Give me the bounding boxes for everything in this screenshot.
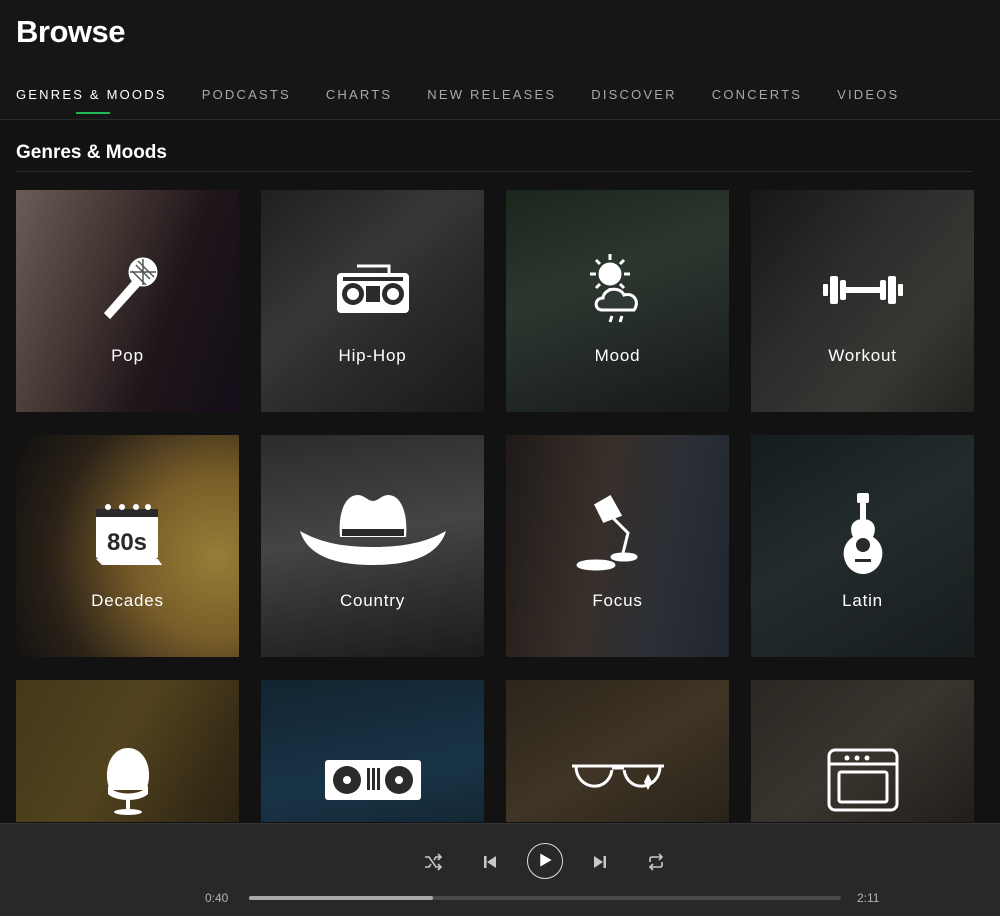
shuffle-button[interactable] <box>424 853 443 871</box>
boombox-icon <box>331 248 415 332</box>
genre-tile-rock[interactable] <box>751 680 974 822</box>
genre-label: Country <box>339 591 406 610</box>
amplifier-icon <box>821 738 905 822</box>
browse-tabs: GENRES & MOODS PODCASTS CHARTS NEW RELEA… <box>16 87 934 114</box>
next-button[interactable] <box>592 854 608 870</box>
previous-button[interactable] <box>482 854 498 870</box>
shuffle-icon <box>425 853 443 871</box>
cowboy-hat-icon <box>298 485 448 569</box>
repeat-icon <box>648 853 664 871</box>
genre-grid: Pop Hip-Hop Mood Workout 80s Decades Cou… <box>16 190 974 822</box>
genre-tile-party[interactable] <box>506 680 729 822</box>
tab-discover[interactable]: DISCOVER <box>591 87 677 102</box>
egg-chair-icon <box>86 738 170 822</box>
next-icon <box>594 856 606 868</box>
microphone-icon <box>86 248 170 332</box>
previous-icon <box>484 856 496 868</box>
genre-label: Focus <box>592 591 643 610</box>
tab-charts[interactable]: CHARTS <box>326 87 392 102</box>
genre-label: Mood <box>594 346 641 365</box>
tab-podcasts[interactable]: PODCASTS <box>202 87 291 102</box>
repeat-button[interactable] <box>647 853 665 871</box>
desk-lamp-icon <box>576 493 660 577</box>
calendar-label: 80s <box>106 529 146 556</box>
playback-bar: 0:40 2:11 <box>0 823 1000 916</box>
genre-label: Latin <box>842 591 883 610</box>
calendar-80s-icon: 80s <box>86 493 170 577</box>
elapsed-time: 0:40 <box>205 891 229 905</box>
play-icon <box>540 853 552 867</box>
weather-icon <box>576 248 660 332</box>
section-divider <box>16 171 972 172</box>
genre-tile-electronic[interactable] <box>261 680 484 822</box>
sunglasses-icon <box>568 738 668 822</box>
tab-new-releases[interactable]: NEW RELEASES <box>427 87 556 102</box>
genre-label: Workout <box>828 346 897 365</box>
tab-concerts[interactable]: CONCERTS <box>712 87 802 102</box>
progress-bar[interactable] <box>249 896 841 900</box>
genre-label: Hip-Hop <box>338 346 407 365</box>
guitar-icon <box>821 493 905 577</box>
play-button[interactable] <box>527 843 563 879</box>
progress-fill <box>249 896 433 900</box>
genre-label: Decades <box>91 591 164 610</box>
genre-tile-mood[interactable]: Mood <box>506 190 729 412</box>
genre-tile-pop[interactable]: Pop <box>16 190 239 412</box>
genre-tile-latin[interactable]: Latin <box>751 435 974 657</box>
turntables-icon <box>323 738 423 822</box>
browse-header: Browse GENRES & MOODS PODCASTS CHARTS NE… <box>0 0 1000 120</box>
tab-videos[interactable]: VIDEOS <box>837 87 899 102</box>
page-title: Browse <box>16 14 125 49</box>
section-title: Genres & Moods <box>16 142 167 163</box>
dumbbell-icon <box>821 248 905 332</box>
genre-tile-focus[interactable]: Focus <box>506 435 729 657</box>
genre-tile-workout[interactable]: Workout <box>751 190 974 412</box>
tab-genres-moods[interactable]: GENRES & MOODS <box>16 87 167 114</box>
genre-tile-hip-hop[interactable]: Hip-Hop <box>261 190 484 412</box>
genre-label: Pop <box>111 346 144 365</box>
genre-tile-chill[interactable] <box>16 680 239 822</box>
genre-tile-country[interactable]: Country <box>261 435 484 657</box>
total-time: 2:11 <box>857 891 880 905</box>
genre-tile-decades[interactable]: 80s Decades <box>16 435 239 657</box>
